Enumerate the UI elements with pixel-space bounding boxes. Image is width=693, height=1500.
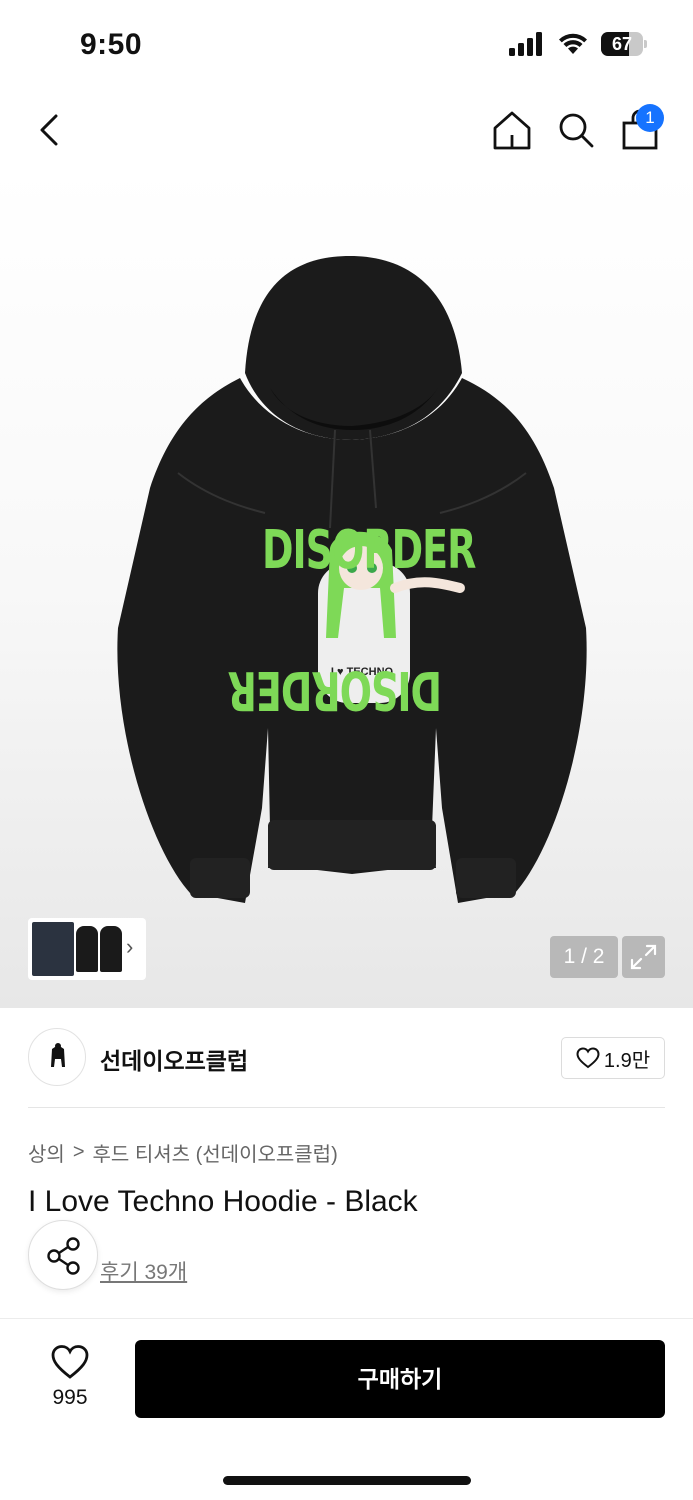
buy-button[interactable]: 구매하기 [135,1340,665,1418]
share-icon [47,1237,80,1275]
image-pager: 1 / 2 [550,936,618,978]
thumbnail-front[interactable] [32,922,74,976]
brand-row[interactable]: 선데이오프클럽 1.9만 [28,1028,665,1086]
breadcrumb-subcategory[interactable]: 후드 티셔츠 (선데이오프클럽) [93,1138,338,1167]
cart-count-badge: 1 [636,104,664,132]
product-hoodie-image [117,256,587,903]
breadcrumb-separator: > [72,1141,85,1163]
thumbnail-back[interactable] [100,926,122,972]
print-text-bottom: DISORDER [228,659,442,721]
wifi-icon [559,33,587,54]
status-bar: 9:50 67 [0,0,693,92]
brand-name[interactable]: 선데이오프클럽 [100,1042,248,1076]
heart-icon [576,1047,600,1069]
heart-icon [51,1345,89,1379]
product-title: I Love Techno Hoodie - Black [28,1185,418,1218]
home-icon[interactable] [490,108,534,152]
bottom-bar-divider [0,1318,693,1319]
print-text-top: DISORDER [262,519,476,581]
product-image-gallery[interactable]: DISORDER I ♥ TECHNO DISORDER › 1 / 2 [0,168,693,1008]
battery-level: 67 [611,34,633,54]
breadcrumb-category[interactable]: 상의 [28,1138,65,1167]
signal-icon [509,32,542,56]
status-icons: 67 [509,32,647,56]
chevron-right-icon[interactable]: › [126,934,133,960]
brand-like-count: 1.9만 [603,1049,651,1072]
expand-icon[interactable] [622,936,665,978]
battery-icon: 67 [601,32,647,56]
divider [28,1107,665,1108]
thumbnail-strip[interactable]: › [28,918,146,980]
reviews-link[interactable]: 후기 39개 [100,1256,187,1286]
brand-like-button[interactable]: 1.9만 [561,1037,665,1079]
thumbnail-side[interactable] [76,926,98,972]
wishlist-button[interactable]: 995 [28,1344,112,1416]
share-button[interactable] [28,1220,98,1290]
search-icon[interactable] [554,108,598,152]
back-chevron-icon[interactable] [30,108,70,152]
status-time: 9:50 [80,28,143,61]
brand-logo[interactable] [28,1028,86,1086]
breadcrumb: 상의 > 후드 티셔츠 (선데이오프클럽) [28,1138,338,1167]
wishlist-count: 995 [52,1386,88,1409]
home-indicator [223,1476,471,1485]
top-nav [0,92,693,168]
